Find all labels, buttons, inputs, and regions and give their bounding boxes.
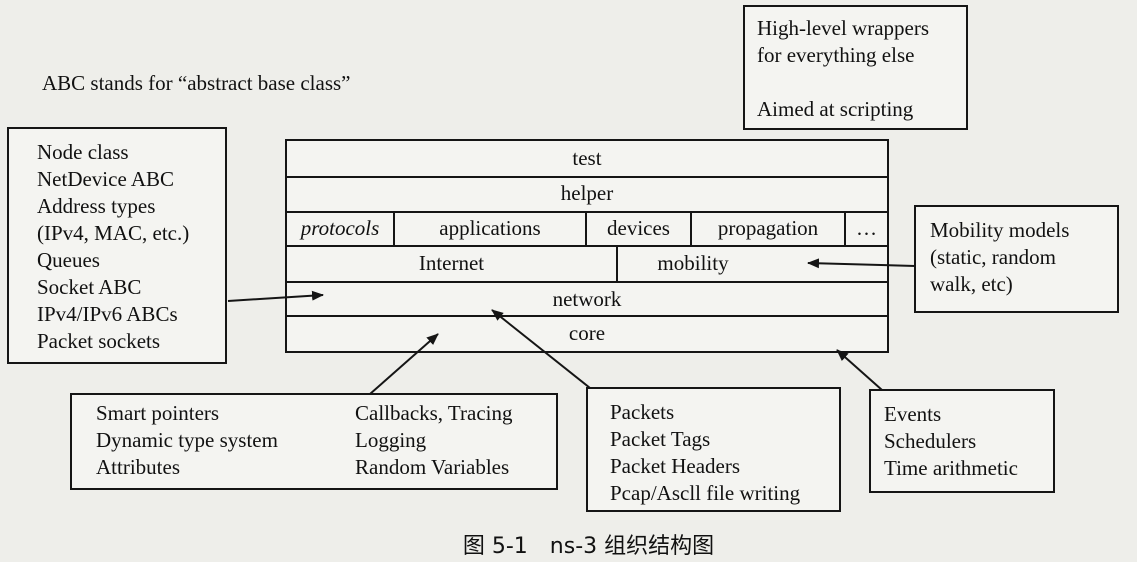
arrows-layer <box>227 258 916 395</box>
arrow-left-to-network <box>227 290 324 302</box>
arrow-mobility-models-to-mobility <box>807 258 916 269</box>
arrow-events-to-core <box>836 349 883 391</box>
figure-caption: 图 5-1 ns-3 组织结构图 <box>462 534 715 559</box>
arrow-packets-to-network <box>491 309 591 389</box>
arrow-core-box-to-core <box>369 333 439 395</box>
